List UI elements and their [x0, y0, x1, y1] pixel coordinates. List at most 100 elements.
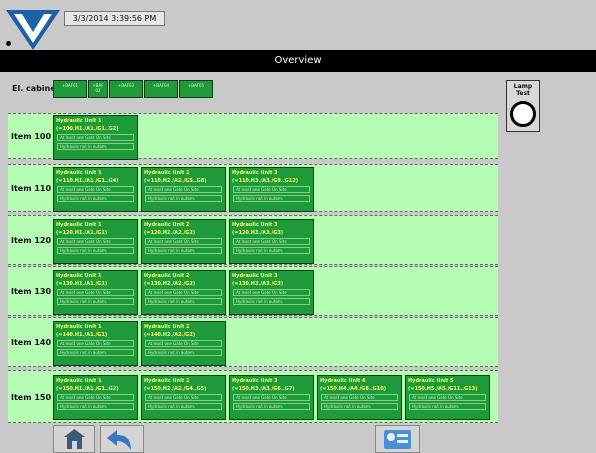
hydraulic-status: Hydraulic not in autom. [233, 403, 310, 410]
unit-code: (=150.H2./A2./G4..G5) [144, 386, 207, 392]
hydraulic-unit-button[interactable]: Hydraulic Unit 1 (=100.H1./A1./G1..G2) At … [53, 115, 138, 160]
gate-status: At least one Gate On Site [145, 186, 222, 193]
item-row-label: Item 150 [11, 393, 52, 402]
item-row: Item 100 Hydraulic Unit 1 (=100.H1./A1./G1… [8, 113, 498, 160]
unit-code: (=140.H2./A2./G2) [144, 332, 196, 338]
item-row-label: Item 140 [11, 338, 52, 347]
home-button[interactable] [53, 425, 95, 453]
hydraulic-unit-button[interactable]: Hydraulic Unit 2 (=110.H2./A2./G5..G8) At … [141, 167, 226, 212]
hydraulic-status: Hydraulic not in autom. [233, 195, 310, 202]
unit-code: (=110.H1./A1./G1..G4) [56, 178, 119, 184]
unit-code: (=120.H3./A3./G3) [232, 230, 284, 236]
unit-code: (=150.H4./A4./G8..G10) [320, 386, 387, 392]
gate-status: At least one Gate On Site [233, 289, 310, 296]
system-settings-button[interactable] [375, 425, 420, 453]
gate-status: At least one Gate On Site [57, 238, 134, 245]
unit-name: Hydraulic Unit 2 [144, 170, 190, 176]
hydraulic-unit-button[interactable]: Hydraulic Unit 1 (=150.H1./A1./G1..G2) At … [53, 375, 138, 420]
hydraulic-unit-button[interactable]: Hydraulic Unit 2 (=130.H2./A2./G2) At leas… [141, 270, 226, 315]
unit-name: Hydraulic Unit 2 [144, 222, 190, 228]
hydraulic-unit-button[interactable]: Hydraulic Unit 3 (=150.H3./A3./G6..G7) At … [229, 375, 314, 420]
unit-code: (=140.H1./A1./G1) [56, 332, 108, 338]
unit-name: Hydraulic Unit 3 [232, 170, 278, 176]
unit-code: (=130.H2./A2./G2) [144, 281, 196, 287]
hydraulic-status: Hydraulic not in autom. [57, 349, 134, 356]
cabinet-baf02[interactable]: +BAF 02 [88, 80, 108, 98]
hydraulic-unit-button[interactable]: Hydraulic Unit 1 (=140.H1./A1./G1) At leas… [53, 321, 138, 366]
home-icon [64, 429, 85, 449]
cabinet-baf04[interactable]: +BAF04 [144, 80, 178, 98]
hydraulic-unit-button[interactable]: Hydraulic Unit 2 (=140.H2./A2./G2) At leas… [141, 321, 226, 366]
item-row-label: Item 100 [11, 132, 52, 141]
gate-status: At least one Gate On Site [233, 238, 310, 245]
hydraulic-unit-button[interactable]: Hydraulic Unit 1 (=120.H1./A1./G1) At leas… [53, 219, 138, 264]
item-row: Item 150 Hydraulic Unit 1 (=150.H1./A1./G1… [8, 370, 498, 423]
unit-code: (=120.H1./A1./G1) [56, 230, 108, 236]
back-button[interactable] [100, 425, 144, 453]
gate-status: At least one Gate On Site [145, 394, 222, 401]
item-row-label: Item 120 [11, 236, 52, 245]
unit-name: Hydraulic Unit 3 [232, 222, 278, 228]
hydraulic-status: Hydraulic not in autom. [145, 247, 222, 254]
gate-status: At least one Gate On Site [233, 394, 310, 401]
cabinet-baf01[interactable]: +BAF01 [53, 80, 87, 98]
unit-name: Hydraulic Unit 2 [144, 378, 190, 384]
unit-code: (=120.H2./A2./G2) [144, 230, 196, 236]
unit-name: Hydraulic Unit 1 [56, 118, 102, 124]
hydraulic-unit-button[interactable]: Hydraulic Unit 2 (=120.H2./A2./G2) At leas… [141, 219, 226, 264]
hydraulic-status: Hydraulic not in autom. [57, 298, 134, 305]
hydraulic-status: Hydraulic not in autom. [145, 349, 222, 356]
hydraulic-unit-button[interactable]: Hydraulic Unit 3 (=120.H3./A3./G3) At leas… [229, 219, 314, 264]
unit-name: Hydraulic Unit 1 [56, 222, 102, 228]
gate-status: At least one Gate On Site [57, 394, 134, 401]
hydraulic-status: Hydraulic not in autom. [409, 403, 486, 410]
page-title: Overview [0, 50, 596, 72]
gate-status: At least one Gate On Site [57, 289, 134, 296]
unit-name: Hydraulic Unit 1 [56, 273, 102, 279]
item-row: Item 140 Hydraulic Unit 1 (=140.H1./A1./G1… [8, 317, 498, 367]
unit-code: (=100.H1./A1./G1..G2) [56, 126, 119, 132]
hydraulic-status: Hydraulic not in autom. [233, 247, 310, 254]
gate-status: At least one Gate On Site [409, 394, 486, 401]
gate-status: At least one Gate On Site [145, 340, 222, 347]
hydraulic-status: Hydraulic not in autom. [57, 143, 134, 150]
back-arrow-icon [107, 430, 131, 450]
unit-name: Hydraulic Unit 1 [56, 324, 102, 330]
item-row-label: Item 130 [11, 287, 52, 296]
gate-status: At least one Gate On Site [145, 289, 222, 296]
unit-code: (=130.H1./A1./G1) [56, 281, 108, 287]
hydraulic-unit-button[interactable]: Hydraulic Unit 5 (=150.H5./A5./G11..G13) A… [405, 375, 490, 420]
lamp-indicator-icon [510, 101, 536, 127]
gate-status: At least one Gate On Site [57, 186, 134, 193]
unit-code: (=150.H1./A1./G1..G2) [56, 386, 119, 392]
unit-name: Hydraulic Unit 5 [408, 378, 454, 384]
hydraulic-status: Hydraulic not in autom. [57, 247, 134, 254]
hydraulic-unit-button[interactable]: Hydraulic Unit 1 (=130.H1./A1./G1) At leas… [53, 270, 138, 315]
hydraulic-unit-button[interactable]: Hydraulic Unit 3 (=130.H3./A3./G3) At leas… [229, 270, 314, 315]
cabinet-baf03[interactable]: +BAF03 [109, 80, 143, 98]
unit-name: Hydraulic Unit 4 [320, 378, 366, 384]
hydraulic-status: Hydraulic not in autom. [145, 298, 222, 305]
hydraulic-unit-button[interactable]: Hydraulic Unit 3 (=110.H3./A3./G9..G12) At… [229, 167, 314, 212]
hydraulic-unit-button[interactable]: Hydraulic Unit 1 (=110.H1./A1./G1..G4) At … [53, 167, 138, 212]
gate-status: At least one Gate On Site [321, 394, 398, 401]
lamp-test-button[interactable]: Lamp Test [506, 80, 540, 132]
hydraulic-unit-button[interactable]: Hydraulic Unit 4 (=150.H4./A4./G8..G10) At… [317, 375, 402, 420]
unit-name: Hydraulic Unit 1 [56, 170, 102, 176]
gate-status: At least one Gate On Site [145, 238, 222, 245]
company-logo [6, 10, 60, 50]
item-row: Item 120 Hydraulic Unit 1 (=120.H1./A1./G1… [8, 215, 498, 265]
datetime-display: 3/3/2014 3:39:56 PM [64, 11, 165, 26]
unit-code: (=150.H5./A5./G11..G13) [408, 386, 478, 392]
gate-status: At least one Gate On Site [233, 186, 310, 193]
hydraulic-unit-button[interactable]: Hydraulic Unit 2 (=150.H2./A2./G4..G5) At … [141, 375, 226, 420]
hydraulic-status: Hydraulic not in autom. [233, 298, 310, 305]
unit-name: Hydraulic Unit 3 [232, 378, 278, 384]
unit-name: Hydraulic Unit 2 [144, 273, 190, 279]
hydraulic-status: Hydraulic not in autom. [145, 195, 222, 202]
lamp-test-label: Lamp Test [513, 83, 533, 97]
cabinet-baf05[interactable]: +BAF05 [179, 80, 213, 98]
unit-code: (=110.H2./A2./G5..G8) [144, 178, 207, 184]
gate-status: At least one Gate On Site [57, 340, 134, 347]
unit-code: (=130.H3./A3./G3) [232, 281, 284, 287]
